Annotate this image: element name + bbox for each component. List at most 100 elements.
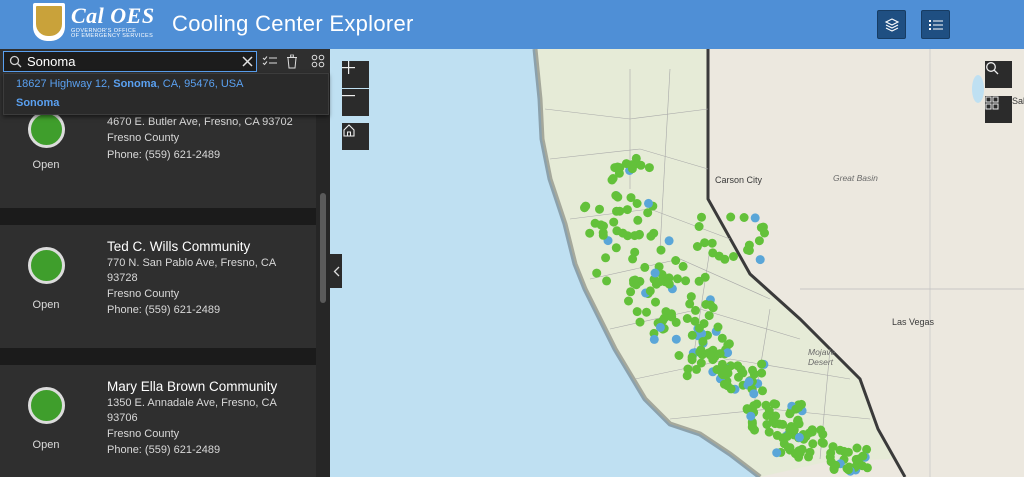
suggestion-item[interactable]: Sonoma [16, 97, 59, 109]
cooling-center-point[interactable] [744, 377, 754, 387]
cooling-center-point[interactable] [756, 223, 766, 233]
cooling-center-point[interactable] [692, 364, 701, 374]
cooling-center-point[interactable] [700, 238, 710, 248]
cooling-center-point[interactable] [602, 276, 612, 286]
cooling-center-point[interactable] [754, 236, 764, 246]
cooling-center-point[interactable] [691, 305, 700, 315]
scrollbar-thumb[interactable] [320, 193, 326, 303]
cooling-center-point[interactable] [650, 268, 660, 278]
zoom-out-button[interactable] [342, 89, 369, 116]
cooling-center-point[interactable] [818, 429, 828, 439]
cooling-center-point[interactable] [755, 255, 765, 265]
cooling-center-point[interactable] [708, 248, 718, 258]
cooling-center-point[interactable] [831, 460, 841, 470]
cooling-center-point[interactable] [726, 384, 736, 394]
cooling-center-point[interactable] [632, 307, 642, 317]
cooling-center-point[interactable] [843, 465, 853, 475]
cooling-center-point[interactable] [739, 213, 749, 222]
cooling-center-point[interactable] [696, 345, 706, 355]
cooling-center-point[interactable] [828, 442, 838, 452]
cooling-center-point[interactable] [713, 322, 723, 332]
cooling-center-point[interactable] [678, 261, 688, 271]
cooling-center-point[interactable] [671, 256, 681, 265]
search-box[interactable] [3, 51, 257, 72]
cooling-center-point[interactable] [664, 236, 674, 246]
cooling-center-point[interactable] [705, 350, 715, 360]
cooling-center-point[interactable] [607, 175, 617, 185]
cooling-center-point[interactable] [611, 243, 621, 253]
list-item[interactable]: Open Mary Ella Brown Community 1350 E. A… [0, 365, 316, 477]
select-filter-button[interactable] [260, 52, 280, 70]
cooling-center-point[interactable] [794, 446, 804, 456]
cooling-center-point[interactable] [750, 213, 760, 223]
cooling-center-point[interactable] [687, 355, 697, 365]
cooling-center-point[interactable] [635, 317, 645, 327]
cooling-center-point[interactable] [646, 231, 656, 241]
cooling-center-point[interactable] [794, 419, 804, 429]
cooling-center-point[interactable] [645, 286, 655, 296]
cooling-center-point[interactable] [805, 447, 815, 457]
cooling-center-point[interactable] [808, 439, 818, 449]
cooling-center-point[interactable] [651, 297, 660, 307]
cooling-center-point[interactable] [743, 245, 752, 255]
cooling-center-point[interactable] [601, 253, 611, 263]
cooling-center-point[interactable] [698, 337, 708, 346]
cooling-center-point[interactable] [674, 351, 684, 360]
layers-button[interactable] [877, 10, 906, 39]
cooling-center-point[interactable] [729, 252, 738, 261]
cooling-center-point[interactable] [632, 199, 642, 208]
cooling-center-point[interactable] [749, 389, 759, 399]
suggestion-item[interactable]: 18627 Highway 12, Sonoma, CA, 95476, USA [16, 78, 243, 90]
cooling-center-point[interactable] [771, 411, 781, 421]
search-input[interactable] [27, 53, 237, 70]
cooling-center-point[interactable] [644, 163, 654, 173]
list-item[interactable]: Open Ted C. Wills Community 770 N. San P… [0, 225, 316, 348]
cooling-center-point[interactable] [633, 215, 643, 225]
cooling-center-point[interactable] [858, 451, 868, 461]
cooling-center-point[interactable] [618, 228, 628, 238]
cooling-center-point[interactable] [624, 296, 633, 306]
cooling-center-point[interactable] [609, 217, 619, 227]
cooling-center-point[interactable] [772, 430, 782, 440]
cooling-center-point[interactable] [612, 206, 621, 216]
cooling-center-point[interactable] [706, 300, 716, 310]
cooling-center-point[interactable] [715, 349, 725, 359]
cooling-center-point[interactable] [682, 314, 692, 323]
cooling-center-point[interactable] [595, 204, 604, 214]
cooling-center-point[interactable] [762, 411, 772, 421]
cooling-center-point[interactable] [783, 443, 793, 453]
cooling-center-point[interactable] [628, 254, 638, 264]
cooling-center-point[interactable] [794, 432, 804, 442]
clear-search-icon[interactable] [242, 56, 253, 67]
cooling-center-point[interactable] [659, 313, 669, 323]
cooling-center-point[interactable] [724, 339, 734, 349]
cooling-center-point[interactable] [585, 228, 595, 238]
cooling-center-point[interactable] [580, 203, 589, 213]
cooling-center-point[interactable] [772, 448, 782, 458]
cooling-center-point[interactable] [857, 461, 867, 471]
cooling-center-point[interactable] [642, 307, 651, 317]
cooling-center-point[interactable] [651, 279, 661, 289]
cooling-center-point[interactable] [794, 402, 804, 412]
home-button[interactable] [342, 123, 369, 150]
map-view[interactable]: Carson City Las Vegas Great Basin Mojave… [330, 49, 1024, 477]
cooling-center-point[interactable] [704, 311, 714, 321]
cooling-center-point[interactable] [629, 278, 639, 288]
basemap-gallery-button[interactable] [985, 96, 1012, 123]
cooling-center-point[interactable] [734, 372, 743, 382]
cooling-center-point[interactable] [640, 262, 650, 272]
cooling-center-point[interactable] [636, 160, 646, 170]
cooling-center-point[interactable] [655, 322, 665, 332]
cooling-center-point[interactable] [818, 438, 828, 448]
cooling-center-point[interactable] [673, 274, 682, 284]
cooling-center-point[interactable] [748, 422, 757, 432]
cooling-center-point[interactable] [630, 231, 640, 241]
cooling-center-point[interactable] [774, 419, 784, 429]
cooling-center-point[interactable] [807, 427, 817, 437]
cooling-center-point[interactable] [681, 276, 691, 286]
cooling-center-point[interactable] [598, 230, 608, 240]
cooling-center-point[interactable] [664, 279, 674, 289]
cooling-center-point[interactable] [843, 447, 853, 457]
cooling-center-point[interactable] [687, 330, 697, 340]
cooling-center-point[interactable] [700, 272, 710, 282]
